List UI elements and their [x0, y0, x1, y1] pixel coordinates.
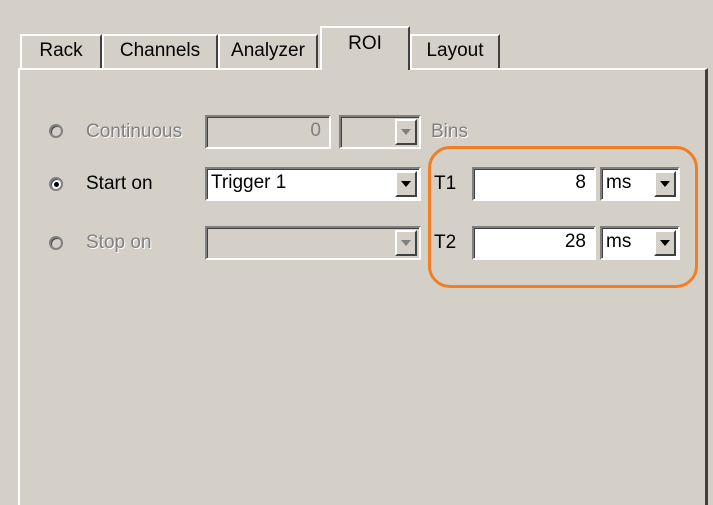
- tab-channels-label: Channels: [119, 40, 201, 61]
- t2-label: T2: [434, 232, 457, 253]
- t2-unit-dropdown[interactable]: ms: [600, 226, 680, 260]
- stop-on-dropdown[interactable]: [205, 226, 421, 260]
- tab-analyzer-label: Analyzer: [231, 40, 305, 61]
- continuous-bins-field[interactable]: 0: [205, 115, 331, 149]
- t1-label: T1: [434, 173, 457, 194]
- tab-roi-label: ROI: [348, 33, 382, 54]
- t2-unit-value: ms: [606, 231, 632, 252]
- continuous-bins-value: 0: [310, 120, 321, 141]
- continuous-bins-dropdown[interactable]: [339, 115, 421, 149]
- tab-layout[interactable]: Layout: [410, 34, 500, 68]
- chevron-down-icon[interactable]: [654, 230, 676, 256]
- chevron-down-icon[interactable]: [395, 119, 417, 145]
- t2-value: 28: [564, 231, 586, 252]
- radio-selected-dot: [54, 182, 59, 187]
- start-on-value: Trigger 1: [211, 172, 287, 193]
- t1-value: 8: [575, 172, 586, 193]
- tab-rack-label: Rack: [39, 40, 83, 61]
- chevron-down-icon[interactable]: [395, 230, 417, 256]
- stop-on-radio[interactable]: [49, 236, 63, 250]
- tab-rack[interactable]: Rack: [20, 34, 102, 68]
- start-on-dropdown[interactable]: Trigger 1: [205, 167, 421, 201]
- t1-unit-value: ms: [606, 172, 632, 193]
- tab-layout-label: Layout: [426, 40, 484, 61]
- tab-roi[interactable]: ROI: [320, 26, 410, 70]
- t2-input[interactable]: 28: [472, 226, 596, 260]
- t1-unit-dropdown[interactable]: ms: [600, 167, 680, 201]
- continuous-radio[interactable]: [49, 124, 63, 138]
- start-on-radio[interactable]: [49, 177, 63, 191]
- stop-on-label: Stop on: [86, 232, 152, 253]
- continuous-label: Continuous: [86, 121, 183, 142]
- chevron-down-icon[interactable]: [395, 171, 417, 197]
- chevron-down-icon[interactable]: [654, 171, 676, 197]
- tab-strip: Rack Channels Analyzer ROI Layout: [0, 0, 713, 70]
- bins-label: Bins: [431, 121, 468, 142]
- tab-analyzer[interactable]: Analyzer: [218, 34, 318, 68]
- start-on-label: Start on: [86, 173, 153, 194]
- t1-input[interactable]: 8: [472, 167, 596, 201]
- tab-channels[interactable]: Channels: [102, 34, 218, 68]
